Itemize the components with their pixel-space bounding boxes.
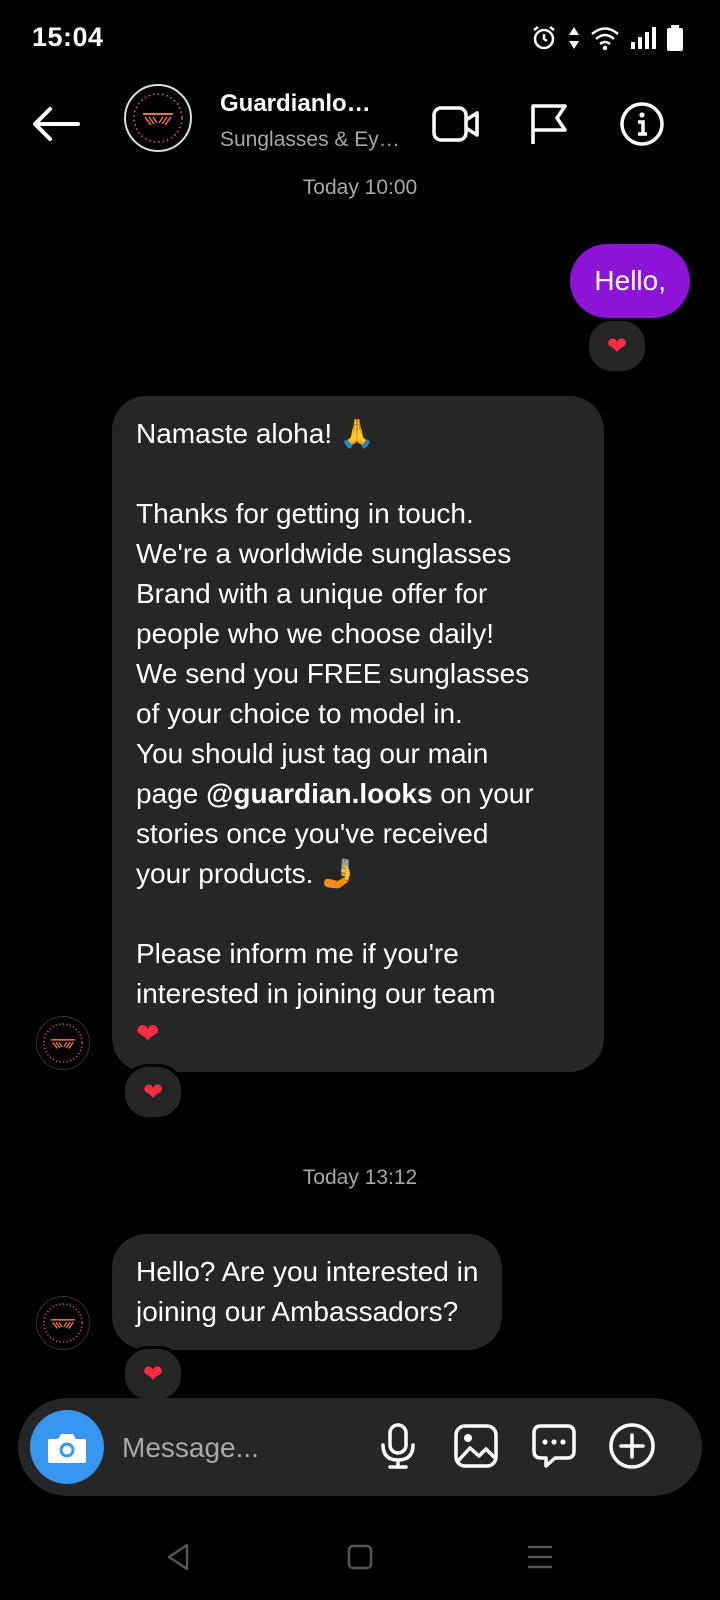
heart-icon: ❤ [142,1360,164,1388]
account-mention-link[interactable]: @guardian.looks [206,778,432,809]
wifi-icon [591,27,619,51]
message-text: on your [432,778,534,809]
video-camera-icon [432,106,479,142]
message-text: Please inform me if you're [136,938,459,969]
microphone-icon [381,1423,415,1469]
profile-avatar[interactable] [124,84,192,152]
message-text: of your choice to model in. [136,698,463,729]
message-text: You should just tag our main [136,738,489,769]
message-text: We're a worldwide sunglasses [136,538,512,569]
message-text: stories once you've received [136,818,489,849]
message-text: Namaste aloha! 🙏 [136,418,375,449]
nav-home-button[interactable] [330,1532,390,1582]
triangle-back-icon [167,1543,189,1571]
flag-icon [531,104,567,144]
heart-icon: ❤ [606,332,628,360]
message-text: Thanks for getting in touch. [136,498,474,529]
message-input[interactable] [120,1424,354,1472]
incoming-message[interactable]: Hello? Are you interested in joining our… [112,1234,503,1350]
info-icon [620,102,664,146]
battery-icon [667,25,683,51]
message-text: page [136,778,207,809]
chat-bubble-icon [532,1424,576,1468]
message-reaction[interactable]: ❤ [586,318,648,374]
brand-logo-icon [43,1023,83,1063]
alarm-icon [533,26,555,50]
more-options-button[interactable] [604,1418,660,1474]
message-text: Brand with a unique offer for [136,578,488,609]
message-timestamp: Today 10:00 [302,176,418,199]
message-text: interested in joining our team [136,978,496,1009]
message-text: your products. 🤳 [136,858,357,889]
contact-category: Sunglasses & Ey… [220,128,400,151]
video-call-button[interactable] [426,94,486,154]
heart-emoji: ❤ [136,1018,160,1049]
contact-name[interactable]: Guardianlo… [220,90,371,118]
data-arrows-icon [569,27,579,49]
sender-avatar[interactable] [36,1016,90,1070]
message-text: We send you FREE sunglasses [136,658,530,689]
nav-back-button[interactable] [148,1532,208,1582]
message-text: Hello? Are you interested in [136,1256,479,1287]
signal-icon [631,27,656,49]
message-timestamp: Today 13:12 [302,1166,418,1189]
incoming-message[interactable]: Namaste aloha! 🙏 Thanks for getting in t… [112,396,604,1072]
message-reaction[interactable]: ❤ [122,1064,184,1120]
square-home-icon [347,1544,373,1570]
brand-logo-icon [43,1303,83,1343]
camera-button[interactable] [30,1410,104,1484]
sticker-button[interactable] [526,1418,582,1474]
back-button[interactable] [28,96,84,152]
heart-icon: ❤ [142,1078,164,1106]
voice-message-button[interactable] [370,1418,426,1474]
gallery-button[interactable] [448,1418,504,1474]
outgoing-message[interactable]: Hello, [570,244,690,318]
message-text: joining our Ambassadors? [136,1296,459,1327]
nav-recents-button[interactable] [510,1532,570,1582]
report-button[interactable] [518,94,578,154]
brand-logo-icon [133,93,183,143]
status-time: 15:04 [32,22,104,52]
status-icons [530,24,684,52]
message-text-with-tag: page @guardian.looks on your [136,774,580,814]
message-reaction[interactable]: ❤ [122,1346,184,1402]
camera-icon [48,1434,86,1463]
info-button[interactable] [612,94,672,154]
message-text: people who we choose daily! [136,618,495,649]
menu-lines-icon [528,1545,552,1569]
back-arrow-icon [33,107,80,141]
plus-circle-icon [609,1423,655,1469]
image-gallery-icon [454,1424,498,1468]
sender-avatar[interactable] [36,1296,90,1350]
